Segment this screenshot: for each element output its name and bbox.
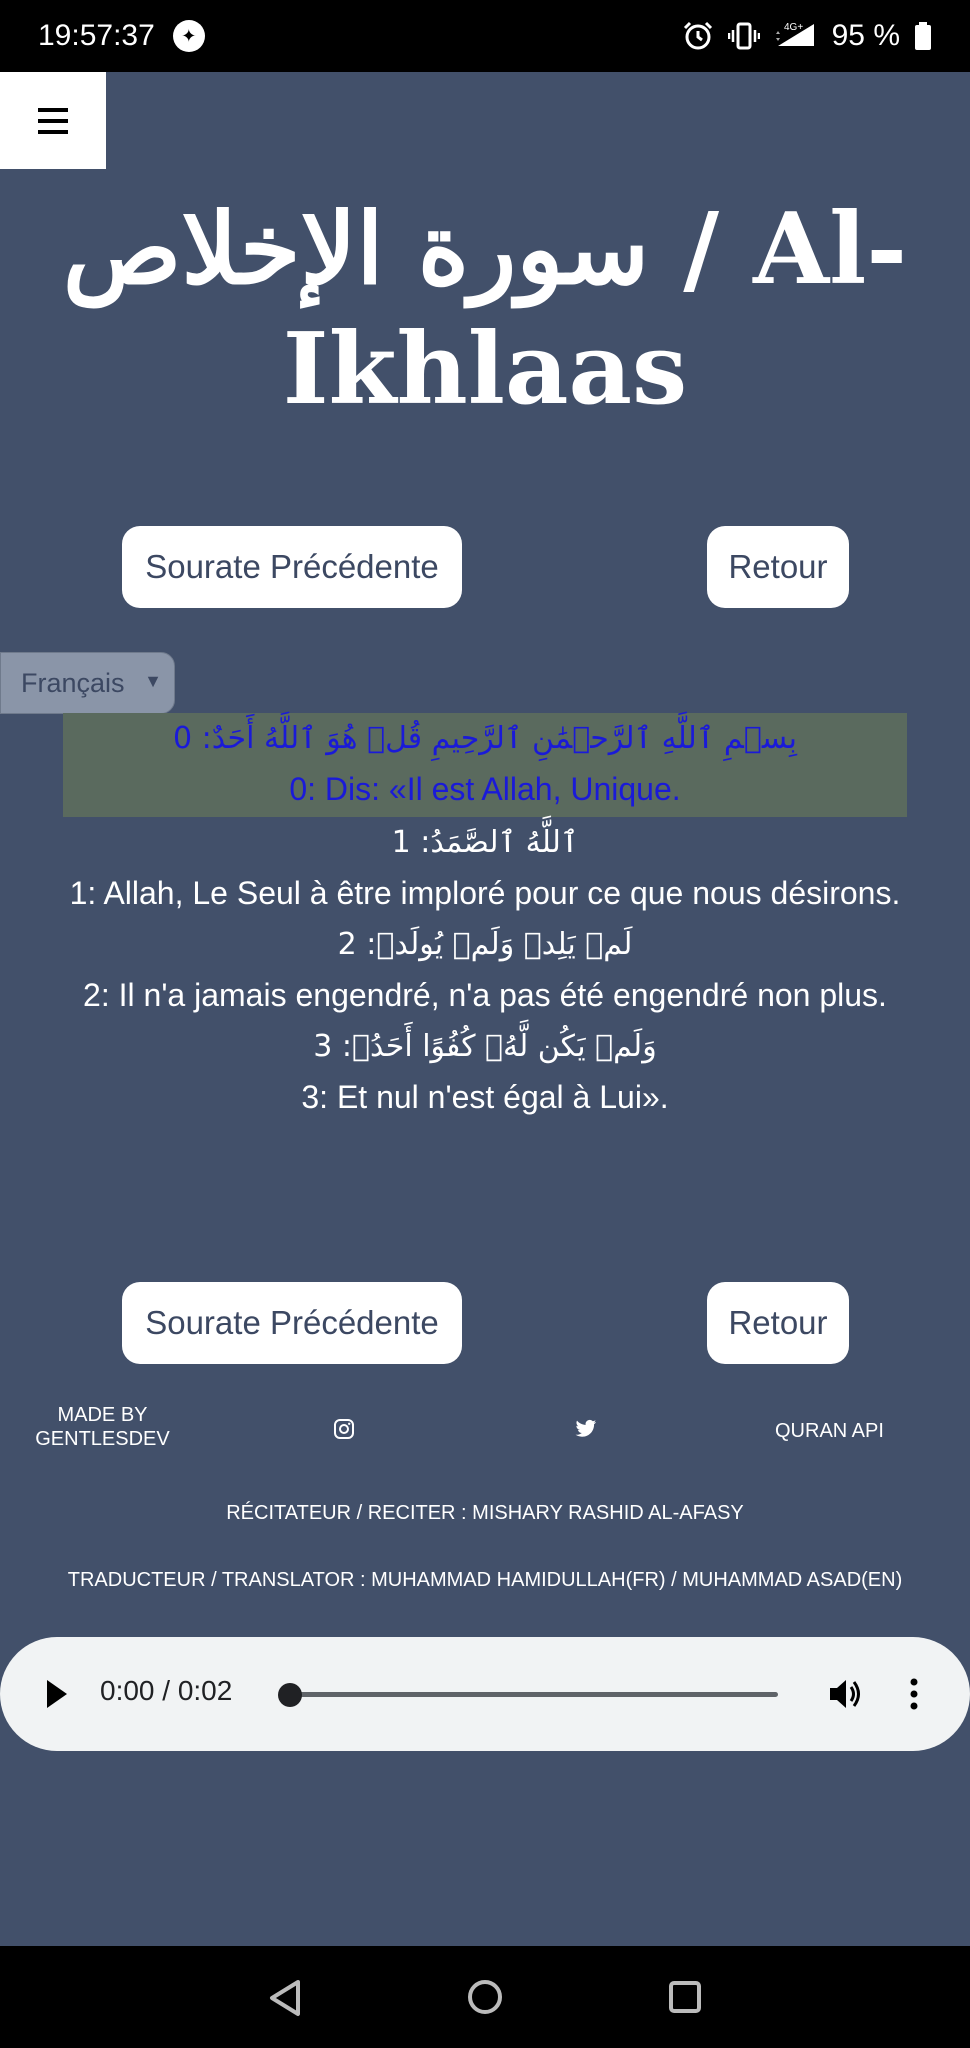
hamburger-icon (38, 107, 68, 134)
alarm-icon (683, 21, 712, 50)
verse-item-2[interactable]: لَمۡ يَلِدۡ وَلَمۡ يُولَدۡ: 2 2: Il n'a … (63, 919, 907, 1021)
verse-arabic: ٱللَّهُ ٱلصَّمَدُ: 1 (391, 825, 579, 860)
verse-arabic: لَمۡ يَلِدۡ وَلَمۡ يُولَدۡ: 2 (337, 927, 633, 962)
language-selected: Français (21, 667, 125, 698)
verse-item-0[interactable]: بِسۡمِ ٱللَّهِ ٱلرَّحۡمَٰنِ ٱلرَّحِيمِ ق… (63, 713, 907, 817)
instagram-icon (334, 1419, 354, 1439)
verse-item-1[interactable]: ٱللَّهُ ٱلصَّمَدُ: 1 1: Allah, Le Seul à… (63, 817, 907, 919)
back-button[interactable]: Retour (707, 526, 849, 608)
instagram-link[interactable] (333, 1418, 355, 1446)
status-bar: 19:57:37 ✦ 4G+ 95 % (0, 0, 970, 72)
more-options-icon[interactable] (906, 1675, 922, 1713)
twitter-icon (575, 1419, 597, 1437)
volume-icon[interactable] (826, 1675, 864, 1713)
reciter-credit: RÉCITATEUR / RECITER : MISHARY RASHID AL… (226, 1502, 744, 1524)
translator-credit: TRADUCTEUR / TRANSLATOR : MUHAMMAD HAMID… (67, 1569, 903, 1591)
signal-icon: 4G+ (775, 22, 814, 46)
verse-translation: 3: Et nul n'est égal à Lui». (301, 1079, 669, 1115)
network-label: 4G+ (784, 22, 803, 33)
recent-apps-icon[interactable] (668, 1980, 702, 2014)
verse-list: بِسۡمِ ٱللَّهِ ٱلرَّحۡمَٰنِ ٱلرَّحِيمِ ق… (50, 713, 920, 1123)
verse-item-3[interactable]: وَلَمۡ يَكُن لَّهُۥ كُفُوًا أَحَدُۢ: 3 3… (63, 1021, 907, 1123)
twitter-link[interactable] (575, 1419, 597, 1445)
status-left: 19:57:37 ✦ (38, 19, 205, 53)
status-time: 19:57:37 (38, 19, 155, 52)
battery-level: 95 % (831, 19, 900, 52)
vibrate-icon (727, 22, 760, 50)
home-nav-icon[interactable] (466, 1978, 504, 2016)
previous-surah-button-bottom[interactable]: Sourate Précédente (122, 1282, 462, 1364)
quran-api-link[interactable]: QURAN API (775, 1420, 884, 1443)
previous-surah-button[interactable]: Sourate Précédente (122, 526, 462, 608)
verse-translation: 2: Il n'a jamais engendré, n'a pas été e… (83, 977, 887, 1013)
verse-arabic: بِسۡمِ ٱللَّهِ ٱلرَّحۡمَٰنِ ٱلرَّحِيمِ ق… (173, 721, 797, 756)
status-right: 4G+ 95 % (682, 19, 932, 53)
language-select[interactable]: Français ▼ (0, 652, 175, 714)
made-by-link[interactable]: MADE BY GENTLESDEV (30, 1403, 175, 1451)
audio-time: 0:00 / 0:02 (100, 1675, 233, 1706)
audio-player: 0:00 / 0:02 (0, 1637, 970, 1751)
play-icon[interactable] (44, 1677, 70, 1711)
menu-button[interactable] (0, 72, 106, 169)
dropdown-arrow-icon: ▼ (144, 671, 162, 691)
verse-translation: 1: Allah, Le Seul à être imploré pour ce… (69, 875, 901, 911)
verse-translation: 0: Dis: «Il est Allah, Unique. (289, 771, 681, 807)
notification-icon: ✦ (172, 20, 205, 52)
back-nav-icon[interactable] (266, 1978, 304, 2018)
audio-seek-thumb[interactable] (278, 1683, 302, 1707)
system-nav-bar (0, 1946, 970, 2048)
page-title: سورة الإخلاص / Al-Ikhlaas (62, 192, 908, 427)
back-button-bottom[interactable]: Retour (707, 1282, 849, 1364)
footer-links: MADE BY GENTLESDEV QURAN API (0, 1403, 970, 1459)
verse-arabic: وَلَمۡ يَكُن لَّهُۥ كُفُوًا أَحَدُۢ: 3 (313, 1029, 657, 1064)
audio-seek-bar[interactable] (288, 1692, 778, 1697)
battery-icon (915, 22, 931, 50)
